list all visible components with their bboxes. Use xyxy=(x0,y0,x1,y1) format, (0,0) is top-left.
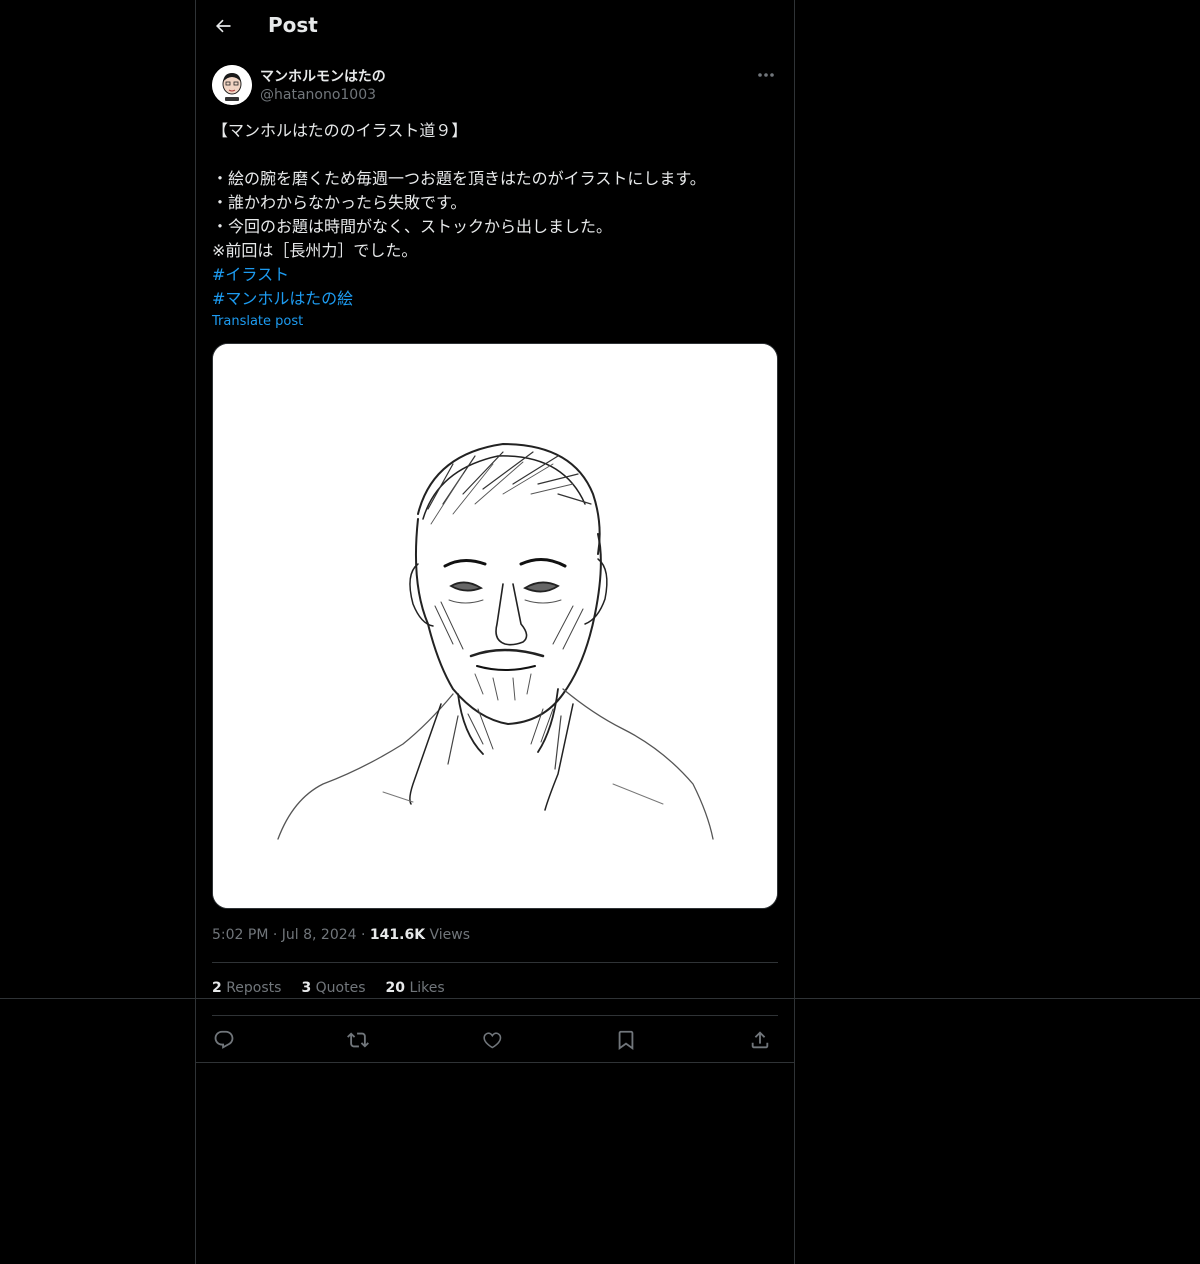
post-column: Post マンホルモンはたの @hatanono1003 【マンホルはたののイラ… xyxy=(195,0,795,1264)
tweet-line: ・誰かわからなかったら失敗です。 xyxy=(212,193,467,212)
likes-count: 20 xyxy=(385,980,405,996)
reply-button[interactable] xyxy=(212,1028,236,1052)
back-button[interactable] xyxy=(206,8,240,44)
portrait-sketch xyxy=(213,344,777,908)
avatar-illustration xyxy=(212,65,252,105)
views-count: 141.6K xyxy=(369,927,426,943)
action-bar xyxy=(212,1024,778,1056)
quotes-stat[interactable]: 3 Quotes xyxy=(301,980,365,996)
tweet-line: ・今回のお題は時間がなく、ストックから出しました。 xyxy=(212,217,613,236)
engagement-stats: 2 Reposts 3 Quotes 20 Likes xyxy=(212,980,445,996)
hashtag-link[interactable]: #イラスト xyxy=(212,265,289,284)
more-options-button[interactable] xyxy=(754,64,778,86)
reposts-stat[interactable]: 2 Reposts xyxy=(212,980,281,996)
reply-icon xyxy=(214,1030,234,1049)
author-handle[interactable]: @hatanono1003 xyxy=(260,87,376,103)
post-date[interactable]: Jul 8, 2024 xyxy=(282,927,357,943)
divider xyxy=(212,962,778,963)
post-time[interactable]: 5:02 PM xyxy=(212,927,268,943)
meta-separator: · xyxy=(272,927,278,943)
reposts-count: 2 xyxy=(212,980,222,996)
share-button[interactable] xyxy=(748,1028,772,1052)
bookmark-icon xyxy=(618,1030,634,1051)
arrow-left-icon xyxy=(216,19,231,33)
post-meta: 5:02 PM · Jul 8, 2024 · 141.6K Views xyxy=(212,927,470,943)
like-button[interactable] xyxy=(480,1028,504,1052)
views-label: Views xyxy=(429,927,471,943)
meta-separator: · xyxy=(361,927,366,943)
avatar[interactable] xyxy=(212,65,252,105)
reposts-label: Reposts xyxy=(226,980,282,996)
repost-button[interactable] xyxy=(346,1028,370,1052)
hashtag-link[interactable]: #マンホルはたの絵 xyxy=(212,289,353,308)
translate-post-link[interactable]: Translate post xyxy=(212,314,303,329)
likes-stat[interactable]: 20 Likes xyxy=(386,980,445,996)
tweet-line: ・絵の腕を磨くため毎週一つお題を頂きはたのがイラストにします。 xyxy=(212,169,706,188)
tweet-line: ※前回は［長州力］でした。 xyxy=(212,241,418,260)
like-icon xyxy=(483,1032,502,1049)
likes-label: Likes xyxy=(409,980,445,996)
more-horizontal-icon xyxy=(758,73,774,77)
tweet-line: 【マンホルはたののイラスト道９】 xyxy=(212,121,468,140)
quotes-count: 3 xyxy=(301,980,312,996)
quotes-label: Quotes xyxy=(315,980,366,996)
author-row: マンホルモンはたの @hatanono1003 xyxy=(212,64,778,108)
page-title: Post xyxy=(268,13,318,37)
repost-icon xyxy=(347,1032,369,1048)
author-display-name[interactable]: マンホルモンはたの xyxy=(260,66,386,86)
tweet-text: 【マンホルはたののイラスト道９】 ・絵の腕を磨くため毎週一つお題を頂きはたのがイ… xyxy=(212,119,778,311)
bookmark-button[interactable] xyxy=(614,1028,638,1052)
share-icon xyxy=(751,1031,769,1049)
post-bottom-border xyxy=(196,1062,794,1063)
tweet-image[interactable] xyxy=(212,343,778,909)
page-header: Post xyxy=(196,0,794,54)
divider xyxy=(212,1015,778,1016)
